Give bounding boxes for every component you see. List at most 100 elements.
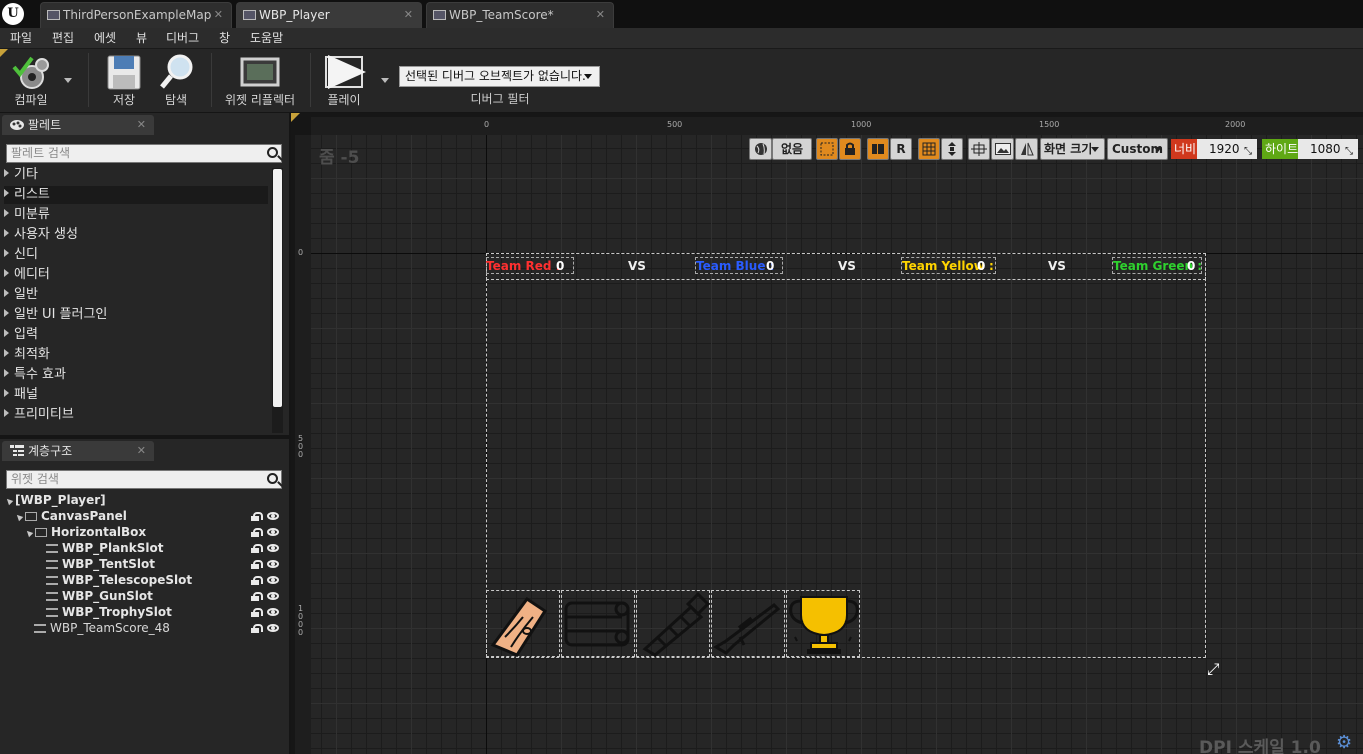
eye-icon[interactable] (267, 512, 279, 520)
menu-help[interactable]: 도움말 (250, 29, 283, 46)
close-icon[interactable]: ✕ (214, 3, 223, 27)
close-icon[interactable]: ✕ (137, 441, 146, 461)
palette-category[interactable]: 입력 (4, 326, 268, 344)
palette-category-label: 프리미티브 (14, 407, 74, 422)
hierarchy-horizontal-box[interactable]: HorizontalBox (24, 524, 146, 540)
height-value: 1080 (1310, 142, 1341, 156)
r-button[interactable]: R (890, 138, 912, 160)
palette-category[interactable]: 일반 UI 플러그인 (4, 306, 268, 324)
lock-icon[interactable] (250, 608, 263, 617)
search-icon (267, 473, 278, 484)
menu-asset[interactable]: 에셋 (94, 29, 116, 46)
menu-window[interactable]: 창 (219, 29, 230, 46)
globe-toggle-button[interactable] (749, 138, 772, 160)
grid-snap-button[interactable] (918, 138, 940, 160)
hierarchy-slot-item[interactable]: WBP_TelescopeSlot (46, 572, 192, 588)
hierarchy-tab[interactable]: 계층구조 ✕ (2, 441, 154, 461)
lock-icon[interactable] (250, 576, 263, 585)
eye-icon[interactable] (267, 528, 279, 536)
widget-reflector-button[interactable]: 위젯 리플렉터 (218, 51, 302, 111)
palette-category[interactable]: 최적화 (4, 346, 268, 364)
tent-slot[interactable] (561, 590, 635, 657)
gun-slot[interactable] (711, 590, 785, 657)
lock-icon[interactable] (250, 544, 263, 553)
gear-icon[interactable]: ⚙ (1336, 732, 1352, 753)
palette-category[interactable]: 프리미티브 (4, 406, 268, 424)
hierarchy-teamscore[interactable]: WBP_TeamScore_48 (34, 620, 170, 636)
canvas-label: CanvasPanel (41, 509, 127, 523)
debug-object-select[interactable]: 선택된 디버그 오브젝트가 없습니다. (399, 66, 600, 87)
close-icon[interactable]: ✕ (137, 115, 146, 135)
telescope-slot[interactable] (636, 590, 711, 657)
lock-icon[interactable] (250, 624, 263, 633)
palette-category[interactable]: 리스트 (4, 186, 268, 204)
browse-button[interactable]: 탐색 (152, 51, 200, 111)
size-mode-button[interactable] (968, 138, 990, 160)
grid-size-button[interactable] (941, 138, 963, 160)
outline-toggle-button[interactable] (816, 138, 838, 160)
user-widget-icon (46, 608, 58, 617)
hierarchy-slot-item[interactable]: WBP_TentSlot (46, 556, 155, 572)
lock-toggle-button[interactable] (839, 138, 861, 160)
lock-icon[interactable] (250, 560, 263, 569)
palette-tab[interactable]: 팔레트 ✕ (2, 115, 154, 135)
menu-view[interactable]: 뷰 (136, 29, 147, 46)
tab-label: ThirdPersonExampleMap (63, 8, 212, 22)
team-red-score: 0 (556, 259, 565, 273)
palette-category[interactable]: 사용자 생성 (4, 226, 268, 244)
background-image-button[interactable] (991, 138, 1014, 160)
lock-icon[interactable] (250, 528, 263, 537)
tab-third-person-map[interactable]: ThirdPersonExampleMap ✕ (40, 2, 232, 28)
unreal-logo[interactable]: U (2, 3, 24, 25)
menu-file[interactable]: 파일 (10, 29, 32, 46)
close-icon[interactable]: ✕ (404, 3, 413, 27)
palette-category[interactable]: 에디터 (4, 266, 268, 284)
none-button[interactable]: 없음 (772, 138, 812, 160)
ruler-tick: 1000 (851, 120, 872, 129)
close-icon[interactable]: ✕ (596, 3, 605, 27)
eye-icon[interactable] (267, 624, 279, 632)
palette-category-label: 에디터 (14, 267, 50, 282)
eye-icon[interactable] (267, 576, 279, 584)
compile-button[interactable]: 컴파일 (4, 51, 58, 111)
hierarchy-slot-item[interactable]: WBP_TrophySlot (46, 604, 172, 620)
tab-wbp-teamscore[interactable]: WBP_TeamScore* ✕ (426, 2, 614, 28)
palette-category[interactable]: 일반 (4, 286, 268, 304)
hierarchy-root[interactable]: [WBP_Player] (4, 492, 106, 508)
palette-scrollbar[interactable] (272, 168, 283, 433)
designer-viewport[interactable]: 0 500 1000 1500 2000 0 5 0 0 1 0 0 0 줌 -… (291, 113, 1363, 754)
palette-search-input[interactable]: 팔레트 검색 (6, 144, 282, 163)
tab-wbp-player[interactable]: WBP_Player ✕ (236, 2, 422, 28)
eye-icon[interactable] (267, 560, 279, 568)
widget-search-input[interactable]: 위젯 검색 (6, 470, 282, 489)
save-button[interactable]: 저장 (100, 51, 148, 111)
scrollbar-thumb[interactable] (273, 169, 282, 407)
lock-icon[interactable] (250, 512, 263, 521)
screen-size-dropdown[interactable]: 화면 크기 (1040, 138, 1105, 160)
play-button[interactable]: 플레이 (316, 51, 372, 111)
hierarchy-canvas-panel[interactable]: CanvasPanel (14, 508, 127, 524)
resize-handle-icon[interactable]: ⤡ (1203, 663, 1223, 676)
layout-toggle-button[interactable] (867, 138, 889, 160)
trophy-slot[interactable] (786, 590, 860, 657)
height-input[interactable]: 1080 ⤡ (1298, 139, 1358, 159)
plank-slot[interactable] (486, 590, 560, 657)
hierarchy-slot-item[interactable]: WBP_PlankSlot (46, 540, 163, 556)
palette-category[interactable]: 패널 (4, 386, 268, 404)
compile-options-dropdown[interactable] (64, 78, 72, 83)
flip-button[interactable] (1015, 138, 1038, 160)
menu-debug[interactable]: 디버그 (166, 29, 199, 46)
palette-category[interactable]: 미분류 (4, 206, 268, 224)
lock-icon[interactable] (250, 592, 263, 601)
menu-edit[interactable]: 편집 (52, 29, 74, 46)
width-input[interactable]: 1920 ⤡ (1197, 139, 1257, 159)
eye-icon[interactable] (267, 608, 279, 616)
eye-icon[interactable] (267, 544, 279, 552)
eye-icon[interactable] (267, 592, 279, 600)
play-options-dropdown[interactable] (381, 78, 389, 83)
palette-category[interactable]: 기타 (4, 166, 268, 184)
palette-category[interactable]: 신디 (4, 246, 268, 264)
hierarchy-slot-item[interactable]: WBP_GunSlot (46, 588, 153, 604)
palette-category[interactable]: 특수 효과 (4, 366, 268, 384)
custom-resolution-dropdown[interactable]: Custom (1107, 138, 1168, 160)
